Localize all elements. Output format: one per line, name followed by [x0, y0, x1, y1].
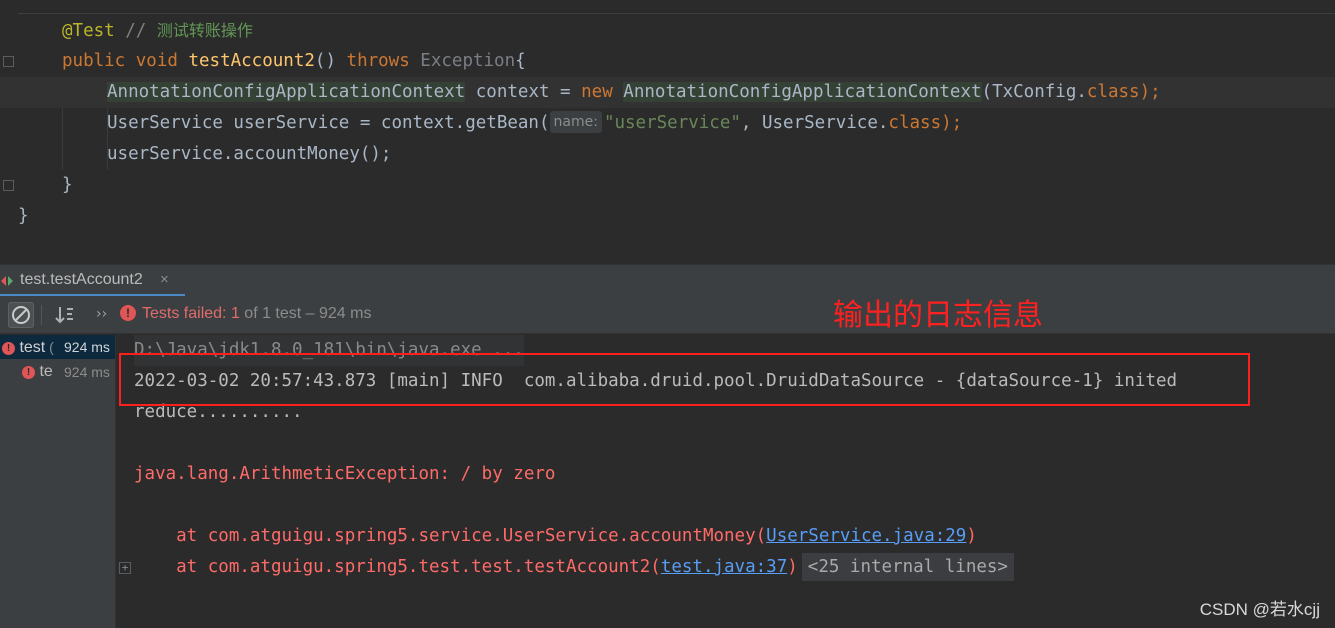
tree-item-label: te — [39, 363, 53, 380]
run-config-icon — [1, 276, 13, 286]
run-toolbar: ›› ! Tests failed: 1 of 1 test – 924 ms — [0, 296, 1335, 334]
stack-frame-text: at com.atguigu.spring5.service.UserServi… — [134, 526, 767, 546]
exception-type: Exception — [420, 51, 516, 71]
failed-count: 1 — [230, 305, 240, 322]
close-icon[interactable]: × — [160, 265, 169, 295]
string-literal: "userService" — [603, 113, 741, 133]
code-line-3[interactable]: AnnotationConfigApplicationContext conte… — [0, 77, 1335, 108]
method-name: testAccount2 — [188, 51, 315, 71]
tree-item-testaccount2[interactable]: ! te 924 ms — [22, 360, 115, 384]
annotation-label: 输出的日志信息 — [833, 298, 1043, 333]
parameter-hint: name: — [549, 111, 602, 133]
keyword-class: class — [888, 113, 942, 133]
expand-icon[interactable]: + — [119, 562, 131, 574]
comment-slashes: // — [114, 21, 157, 41]
cancel-icon — [12, 306, 30, 324]
tree-item-label: test — [19, 339, 46, 356]
keyword-public: public — [62, 51, 126, 71]
code-editor[interactable]: @Test // 测试转账操作 public void testAccount2… — [0, 0, 1335, 264]
watermark: CSDN @若水cjj — [1199, 600, 1320, 619]
source-link[interactable]: test.java:37 — [661, 557, 787, 577]
code-line-7[interactable]: } — [0, 201, 1335, 232]
tree-item-suffix: ( — [45, 339, 54, 355]
annotation-token: @Test — [62, 21, 115, 41]
stop-button[interactable] — [8, 302, 34, 328]
open-brace: { — [515, 51, 526, 71]
test-summary: of 1 test – 924 ms — [244, 305, 372, 322]
run-tab-bar: test.testAccount2 × — [0, 264, 1335, 297]
code-text: UserService userService = context.getBea… — [107, 113, 550, 133]
tests-failed-label: Tests failed: — [142, 305, 227, 322]
comment-text: 测试转账操作 — [156, 21, 253, 40]
error-icon: ! — [2, 342, 15, 355]
keyword-class: class — [1086, 82, 1140, 102]
stack-frame-end: ) — [966, 526, 977, 546]
stack-trace-line: at com.atguigu.spring5.test.test.testAcc… — [134, 552, 1014, 583]
close-brace: } — [62, 175, 73, 195]
code-line-5[interactable]: userService.accountMoney(); — [0, 139, 1335, 170]
close-brace: } — [18, 206, 29, 226]
constructor-token: AnnotationConfigApplicationContext — [623, 82, 982, 102]
sort-icon — [55, 307, 73, 324]
error-icon: ! — [22, 366, 35, 379]
test-tree: ! test (924 ms ! te 924 ms — [0, 335, 116, 628]
code-line-6[interactable]: } — [0, 170, 1335, 201]
sort-button[interactable] — [52, 302, 78, 328]
code-text: , UserService. — [740, 113, 889, 133]
code-text: userService.accountMoney(); — [107, 144, 392, 164]
code-line-2[interactable]: public void testAccount2() throws Except… — [0, 46, 1335, 77]
internal-lines-fold[interactable]: <25 internal lines> — [801, 553, 1014, 581]
console-exception-line: java.lang.ArithmeticException: / by zero — [134, 464, 556, 484]
code-line-4[interactable]: UserService userService = context.getBea… — [0, 108, 1335, 139]
keyword-new: new — [581, 82, 613, 102]
tree-item-time: 924 ms — [64, 335, 110, 359]
statement-end: ); — [941, 113, 963, 133]
keyword-throws: throws — [346, 51, 410, 71]
stack-frame-end: ) — [787, 557, 798, 577]
tree-item-test[interactable]: ! test (924 ms — [0, 335, 115, 359]
code-text: context = — [465, 82, 582, 102]
more-chevron-icon[interactable]: ›› — [96, 296, 107, 332]
editor-top-border — [0, 13, 1335, 14]
source-link[interactable]: UserService.java:29 — [766, 526, 966, 546]
test-status: ! Tests failed: 1 of 1 test – 924 ms — [120, 296, 371, 332]
stack-trace-line: at com.atguigu.spring5.service.UserServi… — [134, 521, 977, 552]
type-token: AnnotationConfigApplicationContext — [107, 82, 466, 102]
tab-label: test.testAccount2 — [20, 271, 143, 288]
stack-frame-text: at com.atguigu.spring5.test.test.testAcc… — [134, 557, 661, 577]
tab-test-testaccount2[interactable]: test.testAccount2 × — [0, 265, 185, 297]
code-line-1[interactable]: @Test // 测试转账操作 — [0, 15, 1335, 46]
error-icon: ! — [120, 305, 136, 321]
method-parens: () — [314, 51, 336, 71]
tree-item-time: 924 ms — [64, 364, 110, 380]
code-text: (TxConfig. — [981, 82, 1087, 102]
toolbar-separator — [41, 305, 42, 325]
statement-end: ); — [1139, 82, 1161, 102]
highlight-rectangle — [119, 353, 1250, 406]
keyword-void: void — [135, 51, 178, 71]
